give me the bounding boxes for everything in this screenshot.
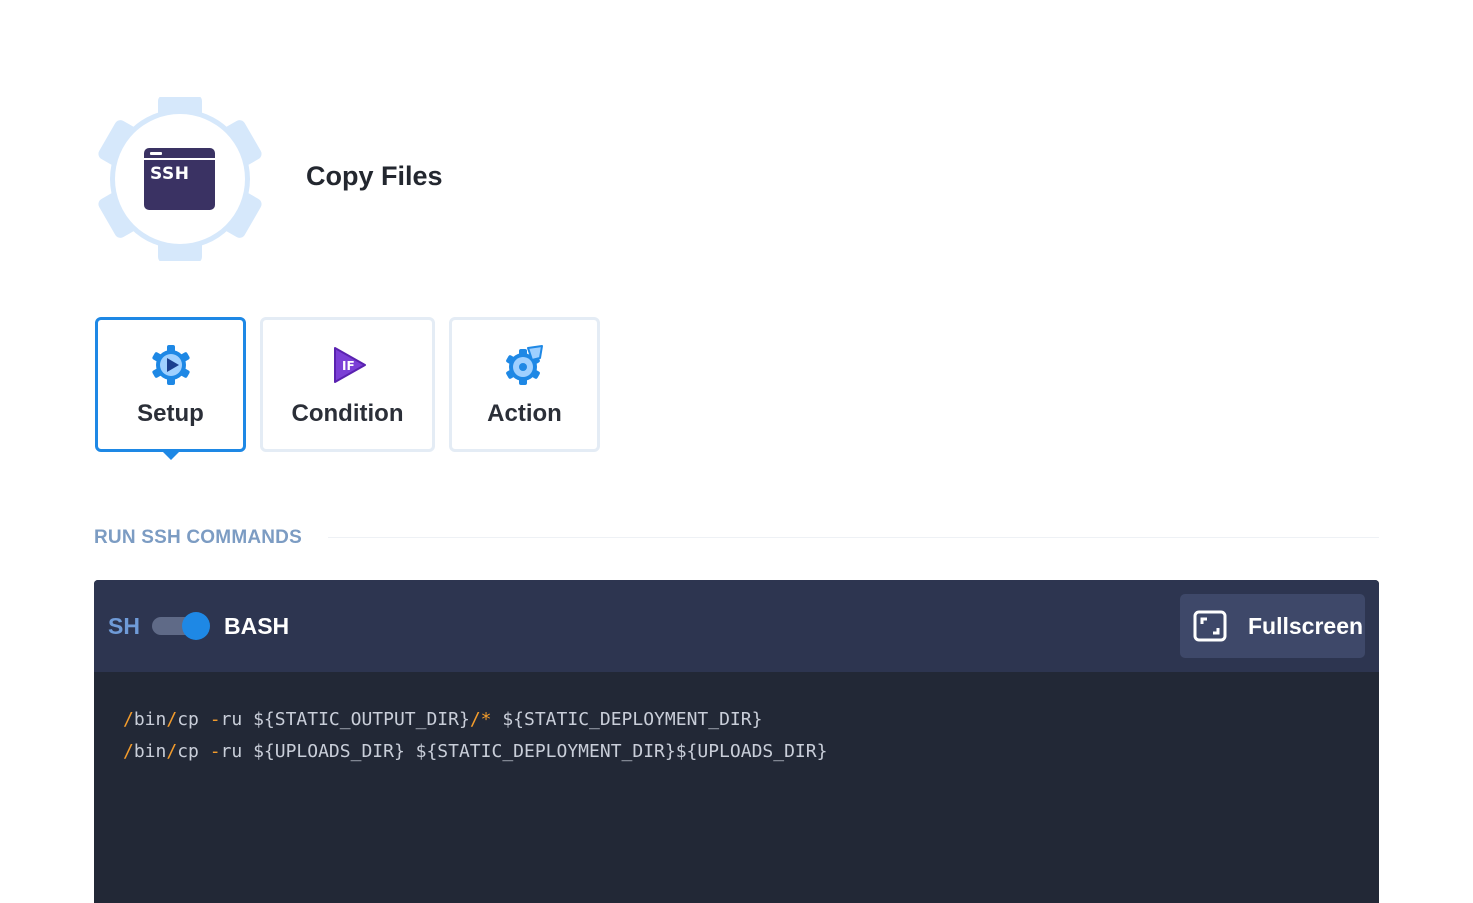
- fullscreen-button[interactable]: Fullscreen: [1180, 594, 1365, 658]
- shell-bash-label[interactable]: BASH: [224, 613, 289, 640]
- code-operator: /*: [469, 709, 492, 730]
- section-title: RUN SSH COMMANDS: [94, 527, 302, 548]
- code-operator: -: [209, 741, 221, 762]
- setup-gear-play-icon: [151, 345, 190, 385]
- toggle-knob: [182, 612, 210, 640]
- condition-if-icon: IF: [333, 347, 366, 383]
- shell-sh-label[interactable]: SH: [108, 613, 140, 640]
- code-operator: /: [123, 709, 134, 730]
- section-divider: [328, 537, 1379, 538]
- code-operator: /: [123, 741, 134, 762]
- code-text: ru ${UPLOADS_DIR} ${STATIC_DEPLOYMENT_DI…: [220, 741, 828, 762]
- action-gear-hand-icon: [505, 345, 543, 385]
- page-title: Copy Files: [306, 161, 443, 191]
- code-line[interactable]: /bin/cp -ru ${UPLOADS_DIR} ${STATIC_DEPL…: [123, 736, 827, 768]
- tab-condition[interactable]: IF Condition: [260, 317, 435, 452]
- code-text: ru ${STATIC_OUTPUT_DIR}: [220, 709, 470, 730]
- editor-toolbar: SH BASH Fullscreen: [94, 580, 1379, 672]
- fullscreen-label: Fullscreen: [1248, 613, 1364, 639]
- tab-setup-label: Setup: [137, 400, 204, 427]
- shell-toggle-switch[interactable]: [152, 612, 210, 640]
- svg-text:IF: IF: [342, 359, 355, 373]
- fullscreen-icon: [1193, 610, 1227, 642]
- code-editor[interactable]: SH BASH Fullscreen /bin/cp -ru ${STATIC_…: [94, 580, 1379, 903]
- tab-action-label: Action: [487, 400, 562, 427]
- code-content[interactable]: /bin/cp -ru ${STATIC_OUTPUT_DIR}/* ${STA…: [123, 704, 827, 768]
- code-text: bin: [133, 709, 167, 730]
- code-text: bin: [133, 741, 167, 762]
- code-text: ${STATIC_DEPLOYMENT_DIR}: [491, 709, 763, 730]
- ssh-terminal-icon: SSH: [144, 148, 215, 210]
- page: SSH Copy Files Setup IF Condition Action…: [0, 0, 1473, 903]
- ssh-gear-badge: SSH: [95, 97, 265, 261]
- tab-action[interactable]: Action: [449, 317, 600, 452]
- tab-setup[interactable]: Setup: [95, 317, 246, 460]
- active-tab-pointer: [161, 451, 180, 460]
- tab-condition-label: Condition: [291, 400, 404, 427]
- code-operator: /: [166, 709, 178, 730]
- code-text: cp: [177, 709, 210, 730]
- ssh-icon-text: SSH: [150, 164, 190, 184]
- code-operator: -: [209, 709, 221, 730]
- code-line[interactable]: /bin/cp -ru ${STATIC_OUTPUT_DIR}/* ${STA…: [123, 704, 827, 736]
- code-text: cp: [177, 741, 210, 762]
- code-operator: /: [166, 741, 178, 762]
